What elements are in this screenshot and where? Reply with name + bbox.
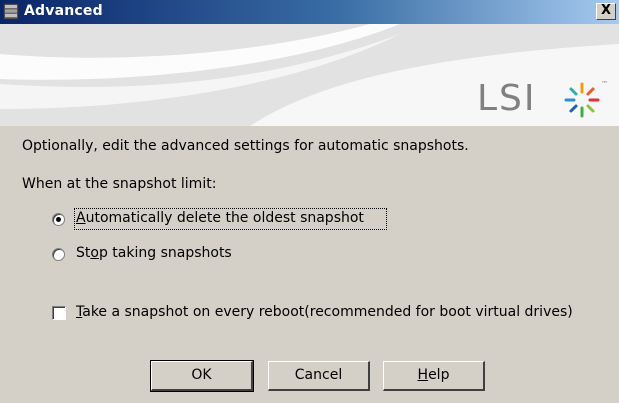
option-stop-taking-label[interactable]: Stop taking snapshots — [76, 245, 232, 261]
lsi-logo-icon — [564, 82, 600, 118]
title-bar[interactable]: Advanced X — [0, 0, 619, 24]
limit-label: When at the snapshot limit: — [22, 176, 217, 192]
close-button[interactable]: X — [596, 3, 616, 20]
cancel-button[interactable]: Cancel — [268, 361, 370, 391]
radio-selected-dot — [56, 217, 61, 222]
radio-stop-taking[interactable] — [52, 248, 65, 261]
focus-indicator — [74, 208, 387, 230]
window-title: Advanced — [24, 3, 103, 19]
advanced-dialog: Advanced X LSI ™ Optionally, edit the ad… — [0, 0, 619, 403]
reboot-snapshot-checkbox[interactable] — [52, 306, 66, 320]
close-icon: X — [600, 3, 612, 18]
reboot-snapshot-label[interactable]: Take a snapshot on every reboot(recommen… — [76, 304, 573, 320]
radio-delete-oldest[interactable] — [52, 213, 65, 226]
ok-button[interactable]: OK — [150, 360, 254, 392]
banner: LSI ™ — [0, 24, 619, 126]
database-icon — [3, 3, 19, 20]
lsi-logo-text: LSI — [477, 78, 537, 119]
help-button[interactable]: Help — [383, 361, 485, 391]
intro-text: Optionally, edit the advanced settings f… — [22, 138, 469, 154]
trademark-mark: ™ — [601, 80, 608, 88]
